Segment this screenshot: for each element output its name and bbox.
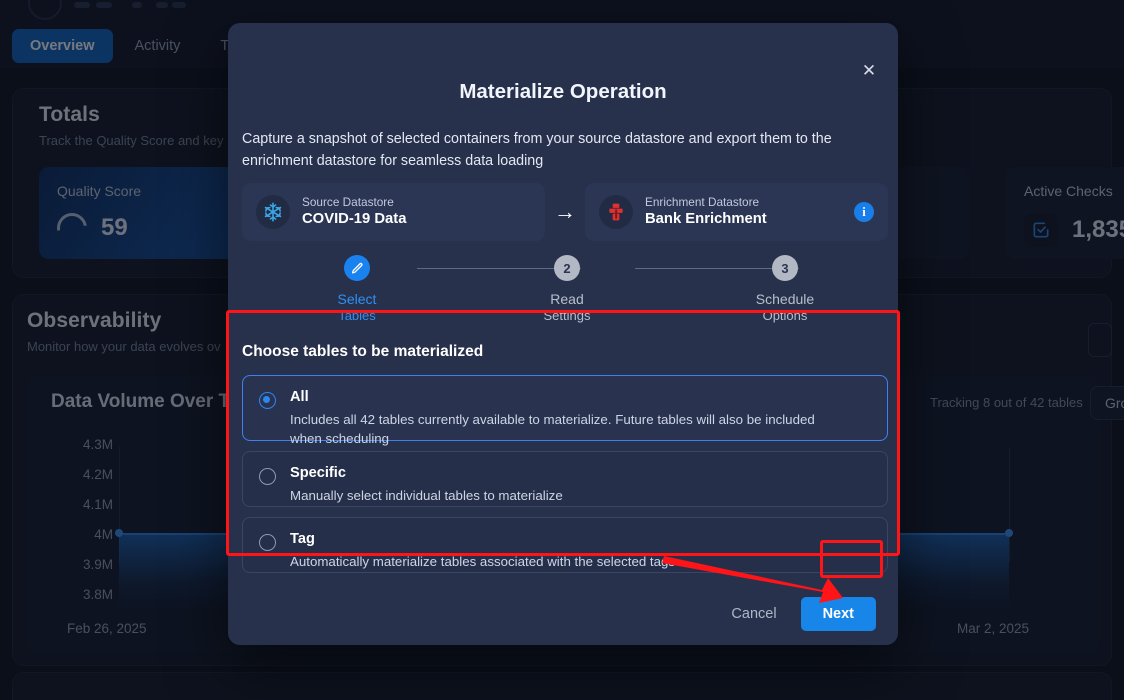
enrichment-datastore-text: Enrichment Datastore Bank Enrichment (645, 195, 767, 229)
dialog-description: Capture a snapshot of selected container… (242, 131, 832, 170)
enrichment-datastore-kicker: Enrichment Datastore (645, 195, 760, 210)
step-2-line2: Settings (543, 308, 591, 324)
dialog-footer: Cancel Next (228, 583, 898, 645)
enrichment-datastore-name: Bank Enrichment (645, 211, 767, 228)
source-datastore-kicker: Source Datastore (302, 195, 394, 210)
next-button[interactable]: Next (800, 597, 876, 631)
option-specific[interactable]: Specific Manually select individual tabl… (242, 451, 888, 507)
step-schedule-options[interactable]: 3 Schedule Options (725, 255, 845, 324)
choose-tables-heading: Choose tables to be materialized (242, 343, 484, 360)
dialog-title: Materialize Operation (459, 80, 667, 103)
option-specific-description: Manually select individual tables to mat… (290, 488, 563, 503)
step-1-badge-icon (344, 255, 370, 281)
step-1-line1: Select (337, 291, 377, 307)
enrichment-datastore-card[interactable]: Enrichment Datastore Bank Enrichment i (585, 183, 888, 241)
wizard-stepper: Select Tables 2 Read Settings 3 Schedule… (242, 255, 888, 327)
radio-all[interactable] (259, 392, 276, 409)
option-specific-label: Specific (290, 465, 346, 481)
app-root: Overview Activity Tab Totals Track the Q… (0, 0, 1124, 700)
source-datastore-text: Source Datastore COVID-19 Data (302, 195, 406, 229)
step-1-line2: Tables (338, 308, 376, 324)
step-3-badge: 3 (772, 255, 798, 281)
step-3-line2: Options (762, 308, 808, 324)
source-datastore-card[interactable]: Source Datastore COVID-19 Data (242, 183, 545, 241)
info-icon[interactable]: i (854, 202, 874, 222)
materialize-operation-dialog: ✕ Materialize Operation Capture a snapsh… (228, 23, 898, 645)
step-2-badge: 2 (554, 255, 580, 281)
radio-tag[interactable] (259, 534, 276, 551)
option-tag-label: Tag (290, 531, 315, 547)
datastore-flow: Source Datastore COVID-19 Data → Enrichm… (242, 183, 888, 241)
step-3-line1: Schedule (755, 291, 815, 307)
option-all-label: All (290, 389, 309, 405)
radio-specific[interactable] (259, 468, 276, 485)
option-tag-description: Automatically materialize tables associa… (290, 554, 676, 569)
option-tag-text: Tag Automatically materialize tables ass… (290, 531, 675, 569)
arrow-right-icon: → (554, 199, 576, 224)
option-all-text: All Includes all 42 tables currently ava… (290, 389, 835, 446)
option-tag[interactable]: Tag Automatically materialize tables ass… (242, 517, 888, 573)
option-all-description: Includes all 42 tables currently availab… (290, 412, 815, 447)
option-all[interactable]: All Includes all 42 tables currently ava… (242, 375, 888, 446)
source-datastore-name: COVID-19 Data (302, 211, 407, 228)
step-2-line1: Read (550, 291, 584, 307)
step-select-tables[interactable]: Select Tables (297, 255, 417, 324)
table-selection-options: All Includes all 42 tables currently ava… (242, 375, 888, 583)
bank-database-icon (599, 195, 633, 229)
snowflake-icon (256, 195, 290, 229)
option-specific-text: Specific Manually select individual tabl… (290, 465, 563, 503)
cancel-button[interactable]: Cancel (725, 598, 782, 630)
step-read-settings[interactable]: 2 Read Settings (507, 255, 627, 324)
